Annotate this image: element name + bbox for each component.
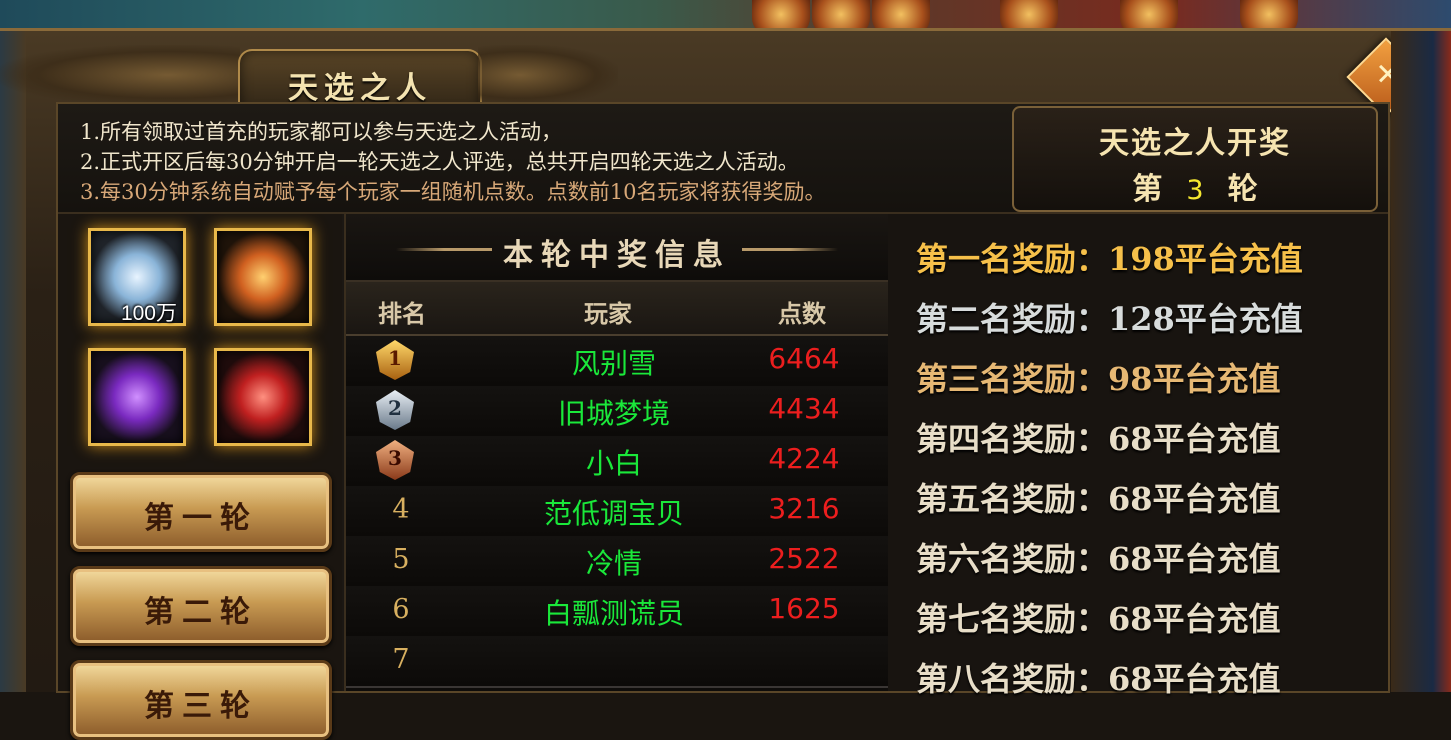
player-name: 小白 xyxy=(585,447,642,480)
reward-slot[interactable] xyxy=(214,348,312,446)
prize-item: 第六名奖励：68平台充值 xyxy=(916,540,1281,578)
player-points: 4224 xyxy=(768,442,840,475)
table-row: 2 旧城梦境 4434 xyxy=(346,386,888,438)
current-round: 第3轮 xyxy=(1014,164,1376,208)
player-points: 4434 xyxy=(768,392,840,425)
table-row: 7 xyxy=(346,636,888,688)
rank-number: 4 xyxy=(392,494,410,525)
rule-text: 1.所有领取过首充的玩家都可以参与天选之人活动， xyxy=(80,120,563,144)
dialog-title: 天选之人 xyxy=(288,71,432,106)
rules-panel: 1.所有领取过首充的玩家都可以参与天选之人活动， 2.正式开区后每30分钟开启一… xyxy=(58,104,1388,214)
reward-count: 100万 xyxy=(120,302,177,325)
rank-number: 7 xyxy=(392,644,410,675)
player-name: 冷情 xyxy=(585,547,642,580)
reward-slot[interactable]: 100万 xyxy=(88,228,186,326)
prize-item: 第五名奖励：68平台充值 xyxy=(916,480,1281,518)
table-header: 排名 玩家 点数 xyxy=(346,282,888,336)
rank-number: 5 xyxy=(392,544,410,575)
player-header: 玩家 xyxy=(584,299,632,328)
player-name: 旧城梦境 xyxy=(557,397,670,430)
reward-column: 100万 第一轮 第二轮 第三轮 xyxy=(58,214,342,740)
winners-title: 本轮中奖信息 xyxy=(503,238,731,273)
round-button-label: 第二轮 xyxy=(144,595,258,630)
silver-medal-icon: 2 xyxy=(376,390,414,430)
round-number: 3 xyxy=(1186,175,1204,206)
dragon-ornament-icon xyxy=(0,45,240,105)
round-button-label: 第三轮 xyxy=(144,689,258,724)
round-2-button[interactable]: 第二轮 xyxy=(70,566,332,646)
close-icon: ✕ xyxy=(1375,57,1401,93)
player-name: 范低调宝贝 xyxy=(543,497,684,530)
table-row: 5 冷情 2522 xyxy=(346,536,888,588)
prize-item: 第二名奖励：128平台充值 xyxy=(916,300,1303,338)
round-button-label: 第一轮 xyxy=(144,501,258,536)
reward-slot[interactable] xyxy=(214,228,312,326)
table-row: 1 风别雪 6464 xyxy=(346,336,888,388)
winners-table: 本轮中奖信息 排名 玩家 点数 1 风别雪 6464 2 旧城梦境 4434 3… xyxy=(344,214,890,691)
prize-list: 第一名奖励：198平台充值 第二名奖励：128平台充值 第三名奖励：98平台充值… xyxy=(888,214,1388,698)
prize-item: 第八名奖励：68平台充值 xyxy=(916,660,1281,698)
rule-text: 3.每30分钟系统自动赋予每个玩家一组随机点数。点数前10名玩家将获得奖励。 xyxy=(80,180,826,204)
dragon-ornament-icon xyxy=(478,45,618,105)
gold-medal-icon: 1 xyxy=(376,340,414,380)
rank-number: 6 xyxy=(392,594,410,625)
rank-number: 2 xyxy=(388,396,402,420)
prize-item: 第四名奖励：68平台充值 xyxy=(916,420,1281,458)
points-header: 点数 xyxy=(778,299,826,328)
round-3-button[interactable]: 第三轮 xyxy=(70,660,332,740)
rank-number: 3 xyxy=(388,446,402,470)
draw-round-panel: 天选之人开奖 第3轮 xyxy=(1012,106,1378,212)
table-row: 4 范低调宝贝 3216 xyxy=(346,486,888,538)
rule-text: 2.正式开区后每30分钟开启一轮天选之人评选，总共开启四轮天选之人活动。 xyxy=(80,150,799,174)
table-row: 3 小白 4224 xyxy=(346,436,888,488)
round-1-button[interactable]: 第一轮 xyxy=(70,472,332,552)
rank-number: 1 xyxy=(388,346,402,370)
round-prefix: 第 xyxy=(1132,172,1163,207)
player-name: 风别雪 xyxy=(571,347,656,380)
divider xyxy=(742,248,838,251)
player-name: 白瓢测谎员 xyxy=(543,597,684,630)
rank-header: 排名 xyxy=(378,299,426,328)
dialog-body: 1.所有领取过首充的玩家都可以参与天选之人活动， 2.正式开区后每30分钟开启一… xyxy=(56,102,1390,740)
winners-header: 本轮中奖信息 xyxy=(346,214,888,282)
player-points: 6464 xyxy=(768,342,840,375)
bronze-medal-icon: 3 xyxy=(376,440,414,480)
draw-title: 天选之人开奖 xyxy=(1099,126,1291,161)
player-points: 2522 xyxy=(768,542,840,575)
table-row: 6 白瓢测谎员 1625 xyxy=(346,586,888,638)
round-suffix: 轮 xyxy=(1227,172,1258,207)
player-points: 3216 xyxy=(768,492,840,525)
prize-item: 第三名奖励：98平台充值 xyxy=(916,360,1281,398)
prize-item: 第七名奖励：68平台充值 xyxy=(916,600,1281,638)
reward-slot[interactable] xyxy=(88,348,186,446)
prize-item: 第一名奖励：198平台充值 xyxy=(916,240,1303,278)
player-points: 1625 xyxy=(768,592,840,625)
